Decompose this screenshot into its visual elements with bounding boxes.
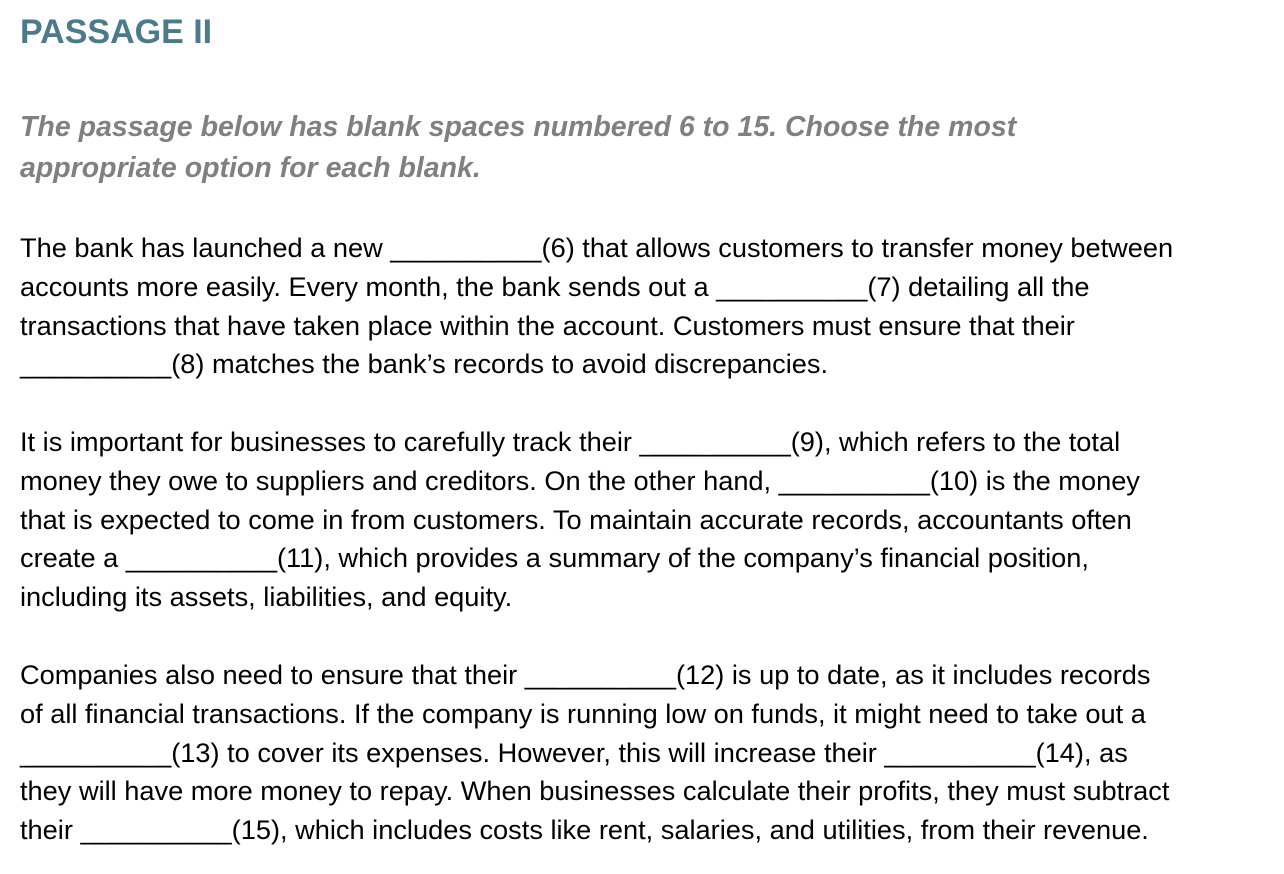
paragraph-line: including its assets, liabilities, and e… xyxy=(20,581,513,613)
paragraph-line: transactions that have taken place withi… xyxy=(20,309,1075,341)
paragraph-line: of all financial transactions. If the co… xyxy=(20,697,1146,729)
paragraph-line: accounts more easily. Every month, the b… xyxy=(20,270,1090,302)
passage-instructions: The passage below has blank spaces numbe… xyxy=(20,107,1220,189)
paragraph-banking: The bank has launched a new __________(6… xyxy=(20,229,1276,384)
paragraph-line: money they owe to suppliers and creditor… xyxy=(20,464,1140,496)
paragraph-line: their __________(15), which includes cos… xyxy=(20,814,1149,846)
paragraph-line: they will have more money to repay. When… xyxy=(20,775,1170,807)
paragraph-line: __________(13) to cover its expenses. Ho… xyxy=(20,736,1128,768)
paragraph-line: The bank has launched a new __________(6… xyxy=(20,232,1174,263)
paragraph-line: create a __________(11), which provides … xyxy=(20,542,1089,574)
paragraph-ledger-loans: Companies also need to ensure that their… xyxy=(20,656,1276,850)
passage-heading: PASSAGE II xyxy=(20,13,213,51)
paragraph-line: Companies also need to ensure that their… xyxy=(20,659,1151,690)
instructions-line: The passage below has blank spaces numbe… xyxy=(20,111,1017,143)
instructions-line: appropriate option for each blank. xyxy=(20,152,481,184)
paragraph-payables-receivables: It is important for businesses to carefu… xyxy=(20,423,1276,617)
paragraph-line: It is important for businesses to carefu… xyxy=(20,426,1121,457)
paragraph-line: __________(8) matches the bank’s records… xyxy=(20,348,829,380)
paragraph-line: that is expected to come in from custome… xyxy=(20,503,1132,535)
